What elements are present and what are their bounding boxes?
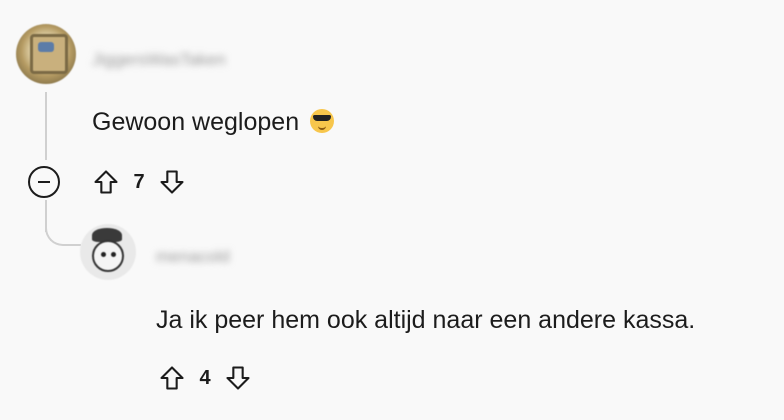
downvote-button[interactable] (222, 362, 254, 394)
comment-username[interactable]: JiggersWasTaken (92, 50, 226, 70)
upvote-button[interactable] (90, 166, 122, 198)
comment-text: Ja ik peer hem ook altijd naar een ander… (156, 306, 696, 334)
comment-text: Gewoon weglopen (92, 108, 300, 136)
vote-row: 4 (156, 362, 254, 394)
avatar[interactable] (16, 24, 76, 84)
reply-connector-line (45, 210, 81, 246)
sunglasses-emoji-icon (310, 109, 335, 133)
downvote-button[interactable] (156, 166, 188, 198)
arrow-up-icon (160, 366, 184, 390)
avatar[interactable] (80, 224, 136, 280)
comment-body: Gewoon weglopen (92, 108, 335, 137)
arrow-down-icon (226, 366, 250, 390)
vote-count: 7 (133, 170, 145, 193)
upvote-button[interactable] (156, 362, 188, 394)
vote-count: 4 (199, 366, 211, 389)
comment-username[interactable]: menacold (156, 247, 230, 267)
thread-line (45, 92, 47, 160)
minus-icon (38, 181, 50, 183)
arrow-up-icon (94, 170, 118, 194)
arrow-down-icon (160, 170, 184, 194)
collapse-thread-button[interactable] (28, 166, 60, 198)
vote-row: 7 (90, 166, 188, 198)
